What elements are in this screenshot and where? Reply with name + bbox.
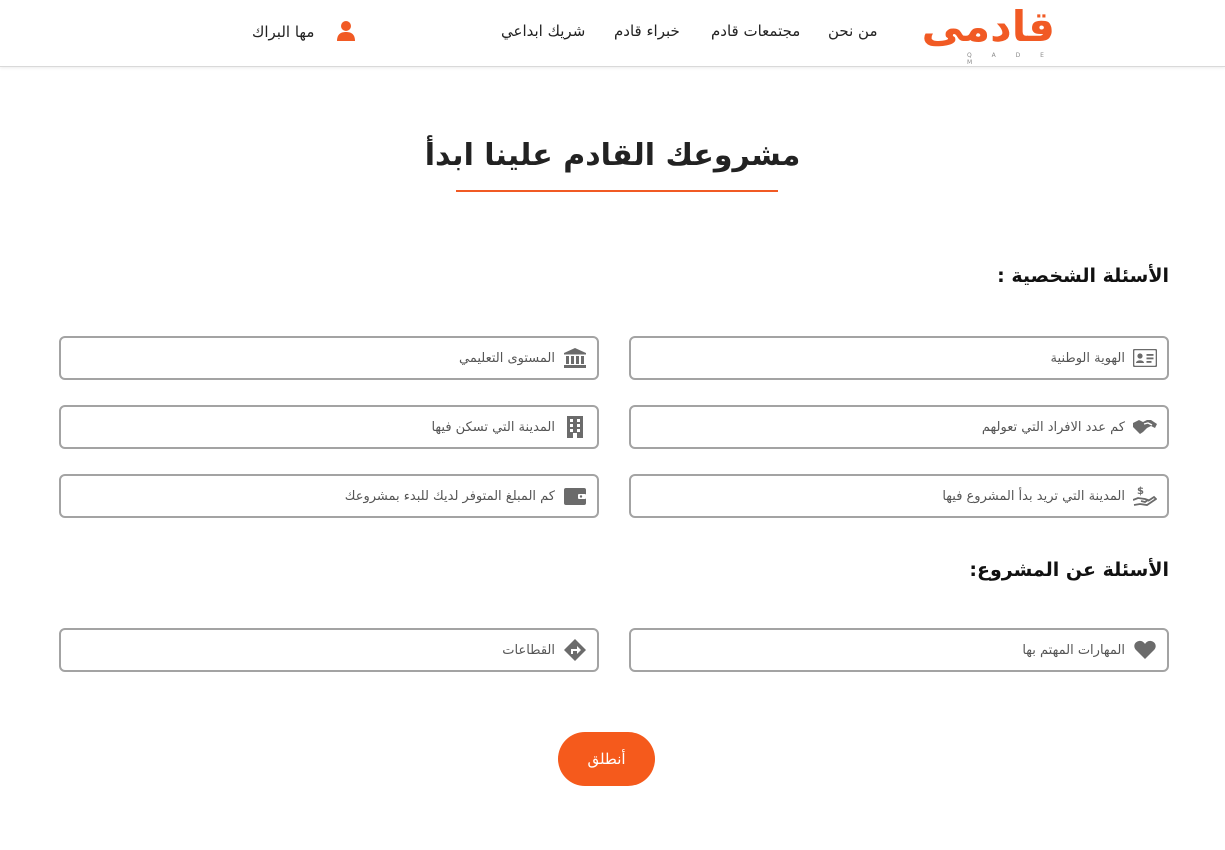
city-live-placeholder: المدينة التي تسكن فيها	[431, 419, 555, 435]
id-card-icon	[1133, 346, 1157, 370]
education-level-field[interactable]: المستوى التعليمي	[59, 336, 599, 380]
national-id-field[interactable]: الهوية الوطنية	[629, 336, 1169, 380]
dependents-placeholder: كم عدد الافراد التي تعولهم	[981, 419, 1125, 435]
sectors-placeholder: القطاعات	[502, 642, 555, 658]
start-button[interactable]: أنطلق	[558, 732, 655, 786]
logo-text: قادمى	[921, 2, 1056, 51]
directions-icon	[563, 638, 587, 662]
city-project-field[interactable]: $ المدينة التي تريد بدأ المشروع فيها	[629, 474, 1169, 518]
top-navbar: قادمى Q A D E M من نحن مجتمعات قادم خبرا…	[0, 0, 1225, 67]
user-icon	[336, 20, 356, 42]
project-questions-heading: الأسئلة عن المشروع:	[969, 559, 1169, 581]
user-name: مها البراك	[252, 23, 315, 41]
building-icon	[563, 415, 587, 439]
skills-placeholder: المهارات المهتم بها	[1022, 642, 1125, 658]
wallet-icon	[563, 484, 587, 508]
logo[interactable]: قادمى Q A D E M	[922, 2, 1056, 66]
logo-subtext: Q A D E M	[967, 52, 1053, 66]
budget-field[interactable]: كم المبلغ المتوفر لديك للبدء بمشروعك	[59, 474, 599, 518]
nav-communities[interactable]: مجتمعات قادم	[711, 22, 800, 40]
handshake-icon	[1133, 415, 1157, 439]
page-title: مشروعك القادم علينا ابدأ	[424, 138, 801, 173]
education-level-placeholder: المستوى التعليمي	[459, 350, 555, 366]
city-project-placeholder: المدينة التي تريد بدأ المشروع فيها	[942, 488, 1125, 504]
budget-placeholder: كم المبلغ المتوفر لديك للبدء بمشروعك	[344, 488, 555, 504]
nav-about-us[interactable]: من نحن	[828, 22, 878, 40]
hand-holding-dollar-icon: $	[1133, 484, 1157, 508]
user-menu[interactable]: مها البراك	[252, 20, 355, 44]
dependents-field[interactable]: كم عدد الافراد التي تعولهم	[629, 405, 1169, 449]
national-id-placeholder: الهوية الوطنية	[1050, 350, 1125, 366]
institution-icon	[563, 346, 587, 370]
svg-text:$: $	[1137, 486, 1144, 497]
nav-creative-partner[interactable]: شريك ابداعي	[501, 22, 585, 40]
heart-icon	[1133, 638, 1157, 662]
city-live-field[interactable]: المدينة التي تسكن فيها	[59, 405, 599, 449]
sectors-field[interactable]: القطاعات	[59, 628, 599, 672]
title-underline	[456, 190, 778, 192]
skills-field[interactable]: المهارات المهتم بها	[629, 628, 1169, 672]
personal-questions-heading: الأسئلة الشخصية :	[997, 265, 1169, 287]
nav-experts[interactable]: خبراء قادم	[614, 22, 680, 40]
